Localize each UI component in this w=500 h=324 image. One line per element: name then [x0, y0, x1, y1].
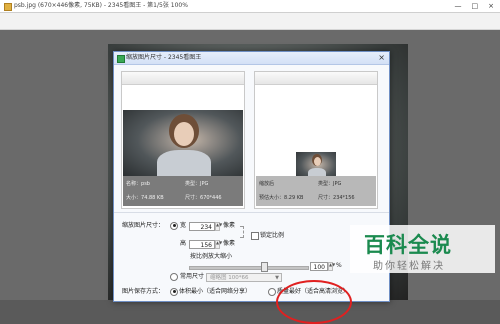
lock-ratio-checkbox[interactable] [251, 231, 259, 241]
dialog-app-icon [117, 55, 125, 63]
dimension-value: 234*156 [333, 195, 355, 201]
minimize-button[interactable]: — [455, 0, 462, 12]
dimension-label: 尺寸： [185, 195, 201, 201]
maximize-button[interactable]: □ [472, 0, 479, 12]
resize-dialog: 缩放图片尺寸 - 2345看图王 × 名称：psb 类型：JPG 大小：74.8… [113, 51, 390, 302]
viewer-titlebar: psb.jpg (670×446像素, 75KB) - 2345看图王 - 第1… [0, 0, 500, 13]
height-stepper[interactable]: ▲▼ [215, 240, 222, 249]
name-label: 名称： [126, 181, 142, 187]
preview-info: 缩放后 类型：JPG 预估大小：8.29 KB 尺寸：234*156 [256, 176, 376, 206]
preview-image-panel: 缩放后 类型：JPG 预估大小：8.29 KB 尺寸：234*156 [254, 71, 378, 209]
watermark-title: 百科全说 [364, 233, 452, 257]
best-quality-radio[interactable] [268, 287, 276, 297]
type-label: 类型： [185, 181, 201, 187]
type-value: JPG [333, 181, 342, 187]
common-size-radio[interactable] [170, 272, 178, 282]
panel-header [255, 72, 377, 85]
scale-slider-thumb[interactable] [261, 262, 268, 272]
smallest-size-label: 体积最小（适合网络分享） [179, 288, 252, 295]
height-unit: 像素 [223, 240, 236, 247]
custom-size-radio[interactable] [170, 221, 178, 231]
common-size-value: 缩略图 100*66 [210, 275, 249, 281]
height-input[interactable]: 156 [189, 240, 215, 249]
dialog-close-button[interactable]: × [378, 52, 385, 64]
est-size-label: 预估大小： [259, 195, 285, 201]
dimension-value: 670*446 [200, 195, 222, 201]
panel-header [122, 72, 244, 85]
window-controls: — □ × [455, 0, 495, 12]
viewer-title: psb.jpg (670×446像素, 75KB) - 2345看图王 - 第1… [14, 2, 188, 9]
save-mode-label: 图片保存方式： [122, 288, 165, 295]
lock-ratio-label: 锁定比例 [260, 232, 285, 239]
width-input[interactable]: 234 [189, 222, 215, 231]
dialog-title: 缩放图片尺寸 - 2345看图王 [126, 54, 202, 61]
common-size-label: 常用尺寸 [180, 273, 205, 280]
smallest-size-radio[interactable] [170, 287, 178, 297]
size-label: 大小： [126, 195, 142, 201]
width-stepper[interactable]: ▲▼ [215, 222, 222, 231]
app-icon [4, 3, 12, 11]
common-size-select[interactable]: 缩略图 100*66 ▼ [206, 273, 282, 282]
resize-settings: 缩放图片尺寸： 宽 234 ▲▼ 像素 高 156 ▲▼ 像素 锁定比例 按比例… [114, 212, 389, 302]
scale-input[interactable]: 100 [310, 262, 328, 271]
width-label: 宽 [180, 222, 187, 229]
scale-slider-track[interactable] [189, 266, 309, 270]
chevron-down-icon: ▼ [275, 275, 279, 281]
est-size-value: 8.29 KB [284, 195, 304, 201]
lock-link-icon [240, 226, 244, 238]
viewer-toolbar [0, 13, 500, 30]
scale-stepper[interactable]: ▲▼ [328, 262, 335, 271]
name-value: psb [141, 181, 150, 187]
width-unit: 像素 [223, 222, 236, 229]
scale-label: 按比例放大缩小 [190, 253, 233, 260]
original-image-panel: 名称：psb 类型：JPG 大小：74.88 KB 尺寸：670*446 [121, 71, 245, 209]
highlight-ellipse [276, 280, 352, 324]
type-value: JPG [200, 181, 209, 187]
percent-label: % [336, 262, 342, 269]
original-info: 名称：psb 类型：JPG 大小：74.88 KB 尺寸：670*446 [123, 176, 243, 206]
resize-label: 缩放图片尺寸： [122, 222, 165, 229]
type-label: 类型： [318, 181, 334, 187]
size-value: 74.88 KB [141, 195, 164, 201]
preview-name-label: 缩放后 [259, 181, 275, 187]
original-image-thumbnail [123, 110, 243, 176]
dimension-label: 尺寸： [318, 195, 334, 201]
close-window-button[interactable]: × [488, 0, 494, 12]
watermark-subtitle: 助你轻松解决 [373, 261, 445, 272]
height-label: 高 [180, 240, 187, 247]
dialog-titlebar: 缩放图片尺寸 - 2345看图王 × [114, 52, 389, 65]
